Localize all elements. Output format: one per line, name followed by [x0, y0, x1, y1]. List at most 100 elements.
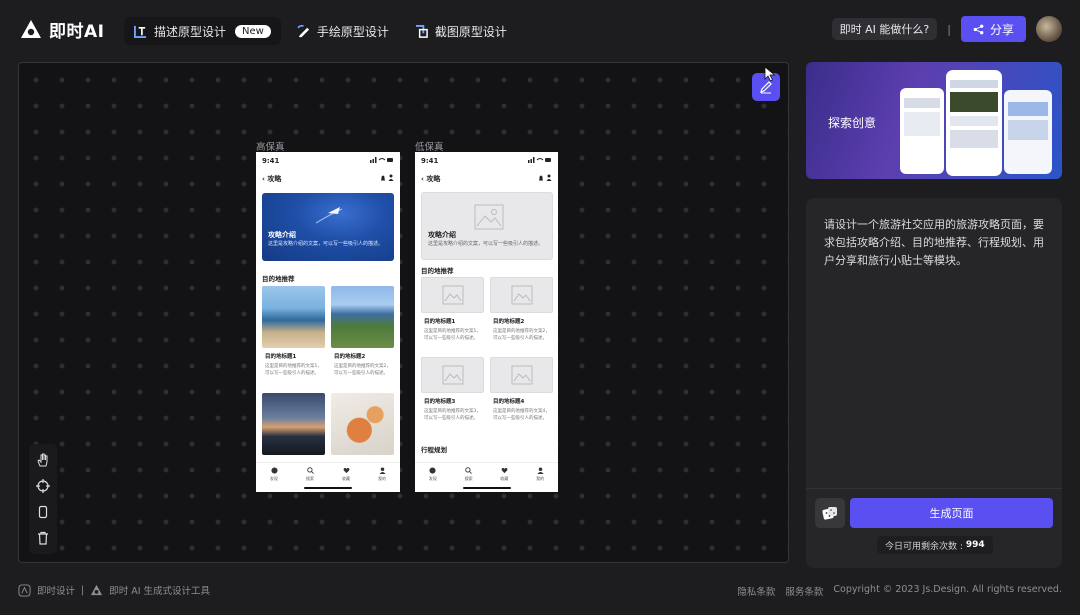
card-title: 目的地标题2 — [334, 354, 366, 360]
card-title: 目的地标题1 — [424, 319, 456, 325]
card-desc: 这里是目的地推荐的文案3，可以写一些吸引人的描述。 — [424, 409, 481, 421]
destination-card[interactable]: 目的地标题1 这里是目的地推荐的文案1，可以写一些吸引人的描述。 — [262, 286, 325, 377]
hifi-label: 高保真 — [256, 142, 285, 153]
copyright: Copyright © 2023 Js.Design. All rights r… — [833, 584, 1062, 595]
header-actions: 即时 AI 能做什么? | 分享 — [831, 16, 1062, 42]
card-desc: 这里是目的地推荐的文案2，可以写一些吸引人的描述。 — [493, 329, 550, 341]
compass-icon — [270, 467, 278, 474]
divider — [806, 488, 1062, 489]
image-placeholder-icon — [474, 204, 504, 230]
share-icon — [973, 24, 984, 34]
top-bar: 即时AI 描述原型设计 New 手绘原型设计 截图原型设计 即时 AI 能做什么… — [0, 0, 1080, 62]
card-desc: 这里是目的地推荐的文案1，可以写一些吸引人的描述。 — [424, 329, 481, 341]
image-placeholder — [421, 357, 484, 393]
destination-image — [262, 286, 325, 348]
footer-links: 隐私条款 服务条款 Copyright © 2023 Js.Design. Al… — [737, 584, 1062, 598]
bell-user-icon[interactable] — [380, 174, 394, 181]
brand-logo-icon — [18, 583, 31, 597]
destination-card[interactable] — [331, 393, 394, 455]
avatar[interactable] — [1036, 16, 1062, 42]
hero-banner[interactable]: 攻略介绍 这里是攻略介绍的文案，可以写一些吸引人的描述。 — [421, 192, 553, 260]
destination-card[interactable] — [262, 393, 325, 455]
home-indicator — [304, 487, 352, 489]
image-placeholder-icon — [442, 285, 463, 305]
tab-discover[interactable]: 发现 — [429, 467, 437, 492]
ai-logo-icon — [91, 584, 103, 595]
destination-image — [262, 393, 325, 455]
user-icon — [537, 467, 544, 474]
random-prompt-button[interactable] — [815, 498, 845, 528]
image-placeholder-icon — [511, 285, 532, 305]
footer-brand: 即时设计 | 即时 AI 生成式设计工具 — [18, 583, 210, 597]
destination-card[interactable]: 目的地标题3 这里是目的地推荐的文案3，可以写一些吸引人的描述。 — [421, 357, 484, 422]
quota-label: 今日可用剩余次数 : — [885, 541, 963, 552]
section-title: 目的地推荐 — [421, 267, 454, 275]
tab-discover[interactable]: 发现 — [270, 467, 278, 492]
image-placeholder — [421, 277, 484, 313]
screenshot-icon — [415, 24, 428, 38]
image-placeholder — [490, 277, 553, 313]
card-desc: 这里是目的地推荐的文案4，可以写一些吸引人的描述。 — [493, 409, 550, 421]
terms-link[interactable]: 服务条款 — [785, 584, 823, 598]
lofi-label: 低保真 — [415, 142, 444, 153]
heart-icon — [343, 467, 349, 474]
section-title: 目的地推荐 — [262, 275, 295, 283]
share-button[interactable]: 分享 — [960, 16, 1026, 42]
section-title: 行程规划 — [421, 446, 447, 454]
quota-value: 994 — [965, 540, 985, 550]
banner-title: 探索创意 — [828, 116, 877, 130]
home-indicator — [463, 487, 511, 489]
explore-banner[interactable]: 探索创意 — [806, 62, 1062, 179]
design-canvas[interactable]: 高保真 9:41 ‹ 攻略 攻略介绍 这里是攻略介绍的文案，可以写一些吸引人的描… — [18, 62, 789, 563]
hero-title: 攻略介绍 — [268, 231, 296, 239]
ask-ai-button[interactable]: 即时 AI 能做什么? — [831, 18, 938, 40]
hero-desc: 这里是攻略介绍的文案，可以写一些吸引人的描述。 — [268, 241, 384, 247]
tab-sketch[interactable]: 手绘原型设计 — [287, 17, 399, 45]
status-icons — [528, 157, 551, 163]
bell-user-icon[interactable] — [538, 174, 552, 181]
brand-name[interactable]: 即时设计 — [37, 583, 75, 597]
user-icon — [378, 467, 386, 474]
quota-badge: 今日可用剩余次数 : 994 — [877, 536, 993, 554]
tab-profile[interactable]: 我的 — [536, 467, 544, 492]
tab-profile[interactable]: 我的 — [378, 467, 386, 492]
tab-label: 手绘原型设计 — [316, 24, 389, 39]
destination-card[interactable]: 目的地标题4 这里是目的地推荐的文案4，可以写一些吸引人的描述。 — [490, 357, 553, 422]
prompt-textarea[interactable]: 请设计一个旅游社交应用的旅游攻略页面，要求包括攻略介绍、目的地推荐、行程规划、用… — [824, 216, 1050, 270]
phone-mockups-image — [900, 70, 1052, 176]
tab-label: 截图原型设计 — [434, 24, 507, 39]
hero-banner[interactable]: 攻略介绍 这里是攻略介绍的文案，可以写一些吸引人的描述。 — [262, 193, 394, 261]
text-prototype-icon — [134, 25, 147, 38]
dice-icon — [822, 507, 837, 520]
app-logo[interactable]: 即时AI — [19, 17, 104, 42]
lofi-phone[interactable]: 9:41 ‹ 攻略 攻略介绍 这里是攻略介绍的文案，可以写一些吸引人的描述。 目… — [415, 152, 558, 492]
footer-separator: | — [81, 584, 85, 596]
card-desc: 这里是目的地推荐的文案1，可以写一些吸引人的描述。 — [265, 364, 322, 376]
hero-title: 攻略介绍 — [428, 231, 456, 239]
boat-image — [315, 207, 343, 224]
trash-icon[interactable] — [34, 529, 52, 547]
tab-describe[interactable]: 描述原型设计 New — [124, 17, 281, 45]
privacy-link[interactable]: 隐私条款 — [737, 584, 775, 598]
target-icon[interactable] — [34, 477, 52, 495]
destination-image — [331, 286, 394, 348]
card-title: 目的地标题4 — [493, 399, 525, 405]
card-title: 目的地标题1 — [265, 354, 297, 360]
hero-desc: 这里是攻略介绍的文案，可以写一些吸引人的描述。 — [428, 241, 544, 247]
destination-card[interactable]: 目的地标题1 这里是目的地推荐的文案1，可以写一些吸引人的描述。 — [421, 277, 484, 342]
mode-tabs: 描述原型设计 New 手绘原型设计 截图原型设计 — [124, 17, 517, 45]
destination-card[interactable]: 目的地标题2 这里是目的地推荐的文案2，可以写一些吸引人的描述。 — [331, 286, 394, 377]
tab-screenshot[interactable]: 截图原型设计 — [405, 17, 517, 45]
card-title: 目的地标题2 — [493, 319, 525, 325]
hand-icon[interactable] — [34, 451, 52, 469]
status-time: 9:41 — [262, 157, 280, 165]
logo-icon — [21, 19, 41, 38]
tool-name[interactable]: 即时 AI 生成式设计工具 — [109, 583, 210, 597]
generate-page-button[interactable]: 生成页面 — [850, 498, 1053, 528]
card-title: 目的地标题3 — [424, 399, 456, 405]
destination-card[interactable]: 目的地标题2 这里是目的地推荐的文案2，可以写一些吸引人的描述。 — [490, 277, 553, 342]
hifi-phone[interactable]: 9:41 ‹ 攻略 攻略介绍 这里是攻略介绍的文案，可以写一些吸引人的描述。 目… — [256, 152, 400, 492]
compass-icon — [429, 467, 436, 474]
device-icon[interactable] — [34, 503, 52, 521]
image-placeholder — [490, 357, 553, 393]
